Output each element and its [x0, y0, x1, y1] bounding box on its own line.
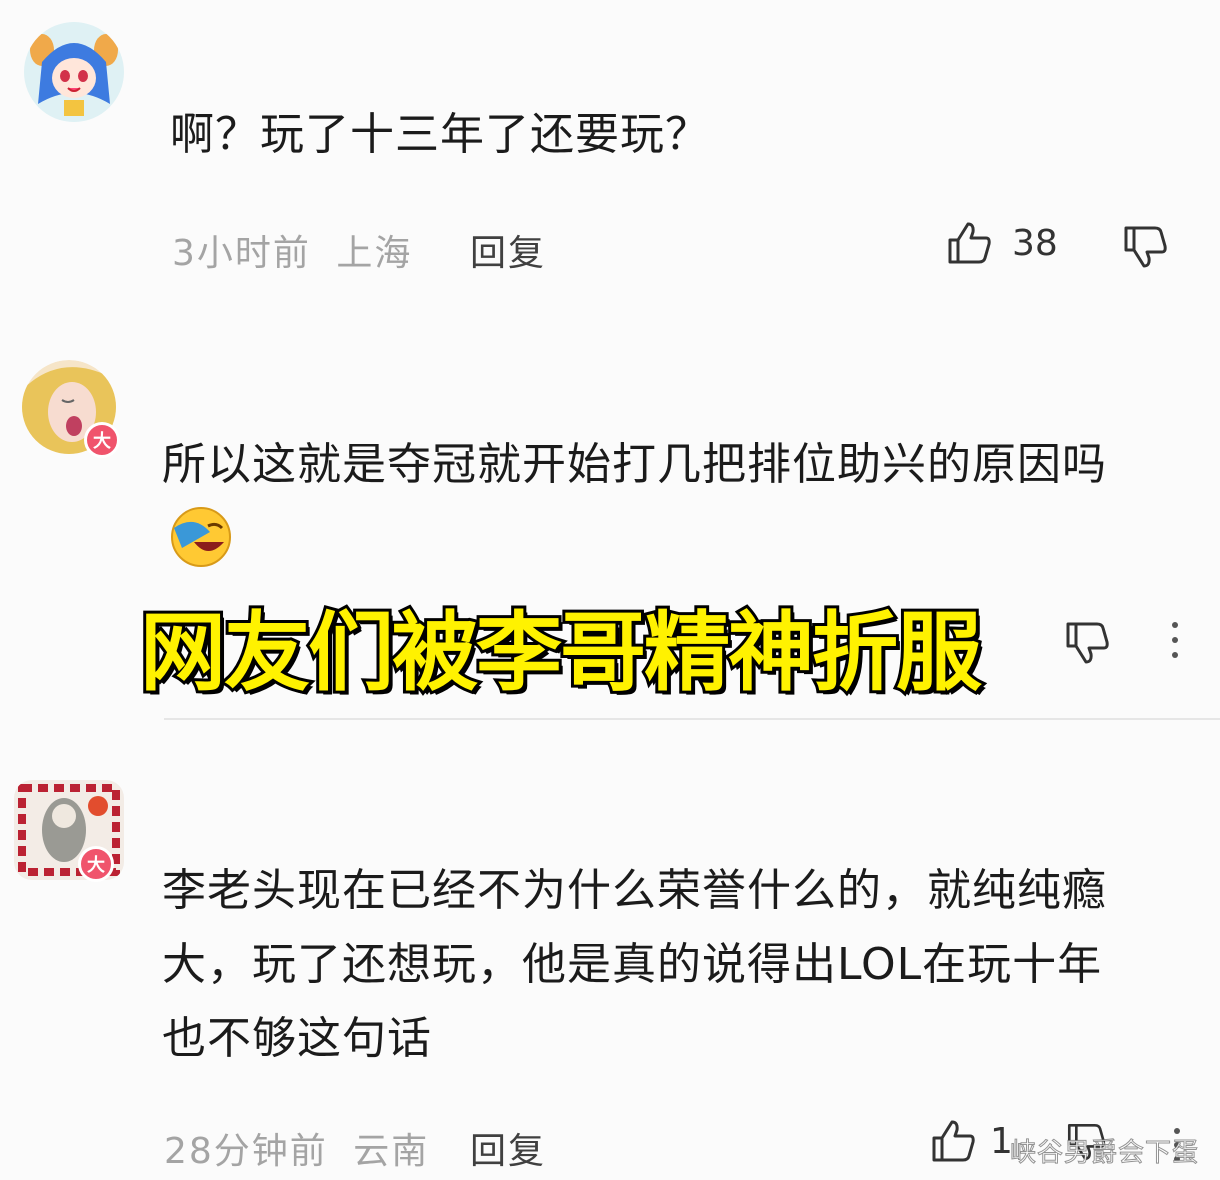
like-button[interactable]: 38: [944, 218, 1058, 268]
more-dot: [1172, 652, 1178, 658]
thumbs-up-icon: [932, 1120, 975, 1162]
comment-meta: 28分钟前 云南: [164, 1122, 429, 1174]
thumbs-down-icon: [1066, 622, 1109, 664]
comment-location: 上海: [336, 233, 413, 274]
comment-location: 云南: [353, 1131, 430, 1172]
comment-text: 啊？玩了十三年了还要玩？: [170, 109, 710, 160]
dislike-button[interactable]: [1062, 618, 1112, 672]
laughing-emoji-icon: [171, 507, 231, 567]
comment-text: 所以这就是夺冠就开始打几把排位助兴的原因吗: [162, 439, 1107, 490]
reply-button[interactable]: 回复: [470, 224, 546, 276]
comment-text-line: 李老头现在已经不为什么荣誉什么的，就纯纯瘾: [162, 865, 1107, 916]
comment-text-block: 李老头现在已经不为什么荣誉什么的，就纯纯瘾 大，玩了还想玩，他是真的说得出LOL…: [162, 854, 1107, 1076]
anime-avatar-icon: [24, 22, 124, 122]
comment-text-line: 大，玩了还想玩，他是真的说得出LOL在玩十年: [162, 939, 1103, 990]
dislike-button[interactable]: [1120, 222, 1170, 276]
level-badge: 大: [84, 422, 120, 458]
comment-text-line: 也不够这句话: [162, 1013, 432, 1064]
like-button[interactable]: 1: [928, 1116, 1013, 1166]
like-count: 38: [1012, 222, 1058, 264]
divider: [164, 718, 1220, 720]
overlay-caption: 网友们被李哥精神折服: [137, 600, 985, 706]
thumbs-up-icon: [948, 222, 991, 264]
comment-time: 28分钟前: [164, 1131, 328, 1172]
reply-button[interactable]: 回复: [470, 1122, 546, 1174]
emoji-sticker: [168, 506, 234, 572]
comment-time: 3小时前: [172, 233, 311, 274]
more-dot: [1172, 622, 1178, 628]
thumbs-down-icon: [1124, 226, 1167, 268]
comment-meta: 3小时前 上海: [172, 224, 412, 276]
level-badge: 大: [78, 846, 114, 882]
more-dot: [1172, 637, 1178, 643]
watermark: 峡谷男爵会下蛋: [1009, 1138, 1200, 1169]
more-menu-button[interactable]: [1172, 622, 1180, 662]
avatar[interactable]: [24, 22, 124, 122]
